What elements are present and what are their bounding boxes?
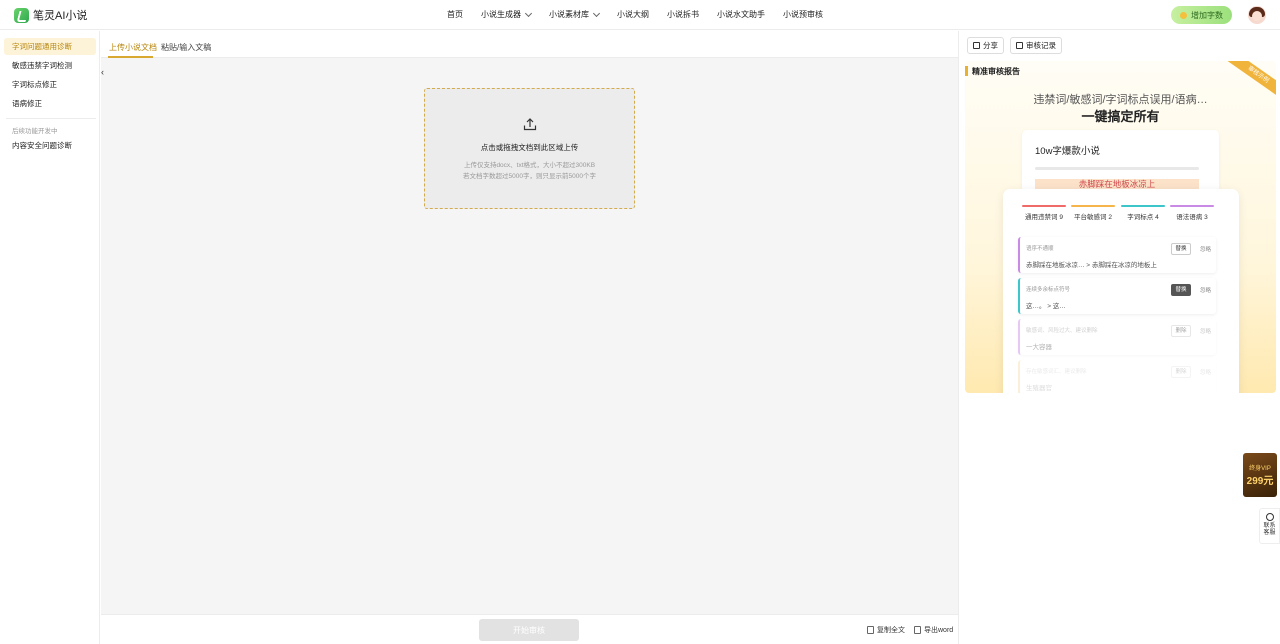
chevron-down-icon (524, 9, 533, 17)
report-panel: 分享 审核记录 审核示例 违禁词/敏感词/字词标点误用/语病… 一键搞定所有 1… (958, 31, 1280, 644)
promo-headline: 一键搞定所有 (1081, 109, 1160, 124)
sidebar-item-general-diagnosis[interactable]: 字词问题通用诊断 (4, 38, 96, 55)
copy-icon (867, 626, 874, 634)
copy-all-button[interactable]: 复制全文 (867, 625, 905, 635)
download-icon (914, 626, 921, 634)
nav-home[interactable]: 首页 (447, 9, 463, 20)
nav-outline[interactable]: 小说大纲 (617, 9, 649, 20)
lifetime-vip-badge[interactable]: 终身VIP 299元 (1243, 453, 1277, 497)
document-icon (1016, 42, 1023, 49)
main-area: 上传小说文档 粘贴/输入文稿 ‹ 点击或拖拽文档到此区域上传 上传仅支持docx… (101, 31, 958, 644)
start-review-button[interactable]: 开始审核 (479, 619, 579, 641)
top-header: 笔灵AI小说 首页 小说生成器 小说素材库 小说大纲 小说拆书 小说水文助手 小… (0, 0, 1280, 30)
title-accent (965, 66, 968, 76)
nav-pre-review[interactable]: 小说预审核 (783, 9, 823, 20)
upload-icon (523, 118, 537, 131)
category-platform-sensitive: 平台敏感词 2 (1071, 205, 1115, 221)
left-sidebar: 字词问题通用诊断 敏感违禁字词检测 字词标点修正 语病修正 后续功能开发中 内容… (0, 31, 100, 644)
collapse-sidebar-icon[interactable]: ‹ (101, 67, 109, 77)
upload-dropzone[interactable]: 点击或拖拽文档到此区域上传 上传仅支持docx、txt格式，大小不超过300KB… (424, 88, 635, 209)
sidebar-item-punctuation-fix[interactable]: 字词标点修正 (4, 76, 96, 93)
add-words-button[interactable]: 增加字数 (1171, 6, 1232, 24)
list-item: 语序不通顺 赤脚踩在地板冰凉… > 赤脚踩在冰凉的地板上 替换 忽略 (1018, 237, 1216, 273)
nav-novel-generator[interactable]: 小说生成器 (481, 9, 533, 20)
upload-hint-length: 若文档字数超过5000字，则只显示前5000个字 (463, 173, 596, 180)
nav-filler-assistant[interactable]: 小说水文助手 (717, 9, 765, 20)
sidebar-note: 后续功能开发中 (12, 128, 58, 135)
bottom-action-bar: 开始审核 复制全文 导出word (101, 614, 958, 644)
chevron-down-icon (592, 9, 601, 17)
category-general-banned: 通用违禁词 9 (1022, 205, 1066, 221)
coin-icon (1180, 11, 1187, 19)
report-title: 精准审核报告 (972, 67, 1020, 76)
sidebar-item-grammar-fix[interactable]: 语病修正 (4, 95, 96, 112)
nav-material-library[interactable]: 小说素材库 (549, 9, 601, 20)
sample-report-preview: 审核示例 违禁词/敏感词/字词标点误用/语病… 一键搞定所有 10w字爆款小说 … (965, 61, 1276, 393)
category-punctuation: 字词标点 4 (1121, 205, 1165, 221)
tab-upload-doc[interactable]: 上传小说文档 (109, 42, 157, 53)
sample-issues-card: 通用违禁词 9 平台敏感词 2 字词标点 4 语法语病 3 语序不通顺 赤脚踩在… (1003, 189, 1239, 393)
category-grammar: 语法语病 3 (1170, 205, 1214, 221)
review-record-button[interactable]: 审核记录 (1010, 37, 1062, 54)
list-item: 敏感词、风险过大、建议删除 一大容器 删除 忽略 (1018, 319, 1216, 355)
headset-icon (1265, 513, 1274, 521)
logo-text: 笔灵AI小说 (33, 10, 88, 22)
list-item: 存在敏感词汇、建议删除 生殖器官 删除 忽略 (1018, 360, 1216, 393)
active-tab-indicator (108, 56, 153, 58)
share-icon (973, 42, 980, 49)
contact-support-button[interactable]: 联系客服 (1259, 508, 1280, 544)
sidebar-item-sensitive-words[interactable]: 敏感违禁字词检测 (4, 57, 96, 74)
logo-icon (14, 7, 29, 23)
upload-tabs: 上传小说文档 粘贴/输入文稿 (101, 31, 958, 58)
promo-subtitle: 违禁词/敏感词/字词标点误用/语病… (1033, 94, 1208, 106)
upload-hint-format: 上传仅支持docx、txt格式，大小不超过300KB (463, 162, 596, 169)
nav-book-breakdown[interactable]: 小说拆书 (667, 9, 699, 20)
logo[interactable]: 笔灵AI小说 (14, 7, 87, 23)
upload-title: 点击或拖拽文档到此区域上传 (480, 143, 579, 152)
export-word-button[interactable]: 导出word (914, 625, 953, 635)
main-nav: 首页 小说生成器 小说素材库 小说大纲 小说拆书 小说水文助手 小说预审核 (447, 9, 841, 20)
divider (6, 118, 96, 119)
tab-paste-input[interactable]: 粘贴/输入文稿 (161, 42, 211, 53)
list-item: 连续多余标点符号 这…。 > 这… 替换 忽略 (1018, 278, 1216, 314)
share-button[interactable]: 分享 (967, 37, 1004, 54)
avatar[interactable] (1248, 6, 1266, 24)
sidebar-item-content-safety[interactable]: 内容安全问题诊断 (4, 137, 96, 154)
